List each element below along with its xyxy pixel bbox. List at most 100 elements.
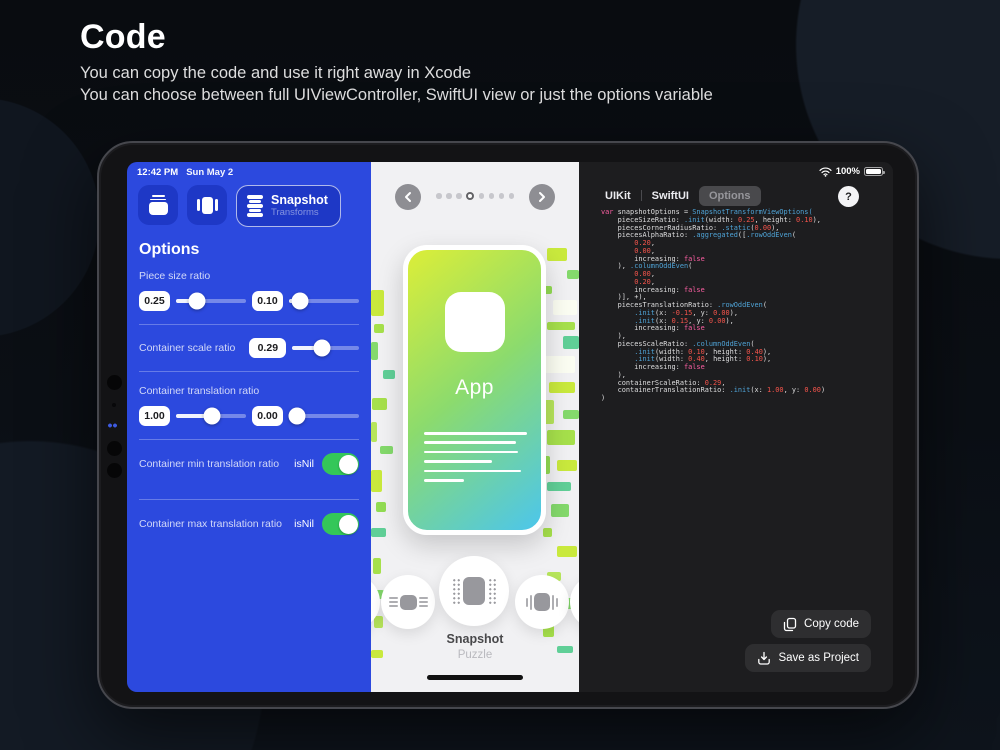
toggle-knob bbox=[338, 514, 358, 534]
preview-panel: App Snapshot Puzzle bbox=[371, 162, 579, 692]
toggle-knob bbox=[338, 454, 358, 474]
code-token: , y: bbox=[783, 386, 805, 395]
copy-code-label: Copy code bbox=[804, 618, 859, 630]
page-dot[interactable] bbox=[456, 193, 462, 199]
save-download-icon bbox=[758, 651, 771, 665]
puzzle-piece bbox=[547, 248, 567, 261]
snapshot-transforms-button[interactable]: Snapshot Transforms bbox=[236, 185, 341, 227]
code-token: 0.00 bbox=[804, 386, 821, 395]
pieces-style-button[interactable] bbox=[138, 185, 178, 225]
copy-code-button[interactable]: Copy code bbox=[771, 610, 871, 638]
container-icon bbox=[196, 196, 218, 214]
slider-row: 0.25 0.10 bbox=[139, 291, 359, 311]
ipad-mic-dot-1 bbox=[107, 441, 122, 456]
effect-snapshot-puzzle-button[interactable] bbox=[439, 556, 509, 626]
puzzle-effect-icon bbox=[451, 577, 497, 605]
page-dot[interactable] bbox=[488, 193, 494, 199]
battery-icon bbox=[864, 167, 885, 176]
slider-value-field[interactable]: 0.00 bbox=[252, 406, 283, 426]
code-token: ( bbox=[791, 231, 797, 240]
save-as-project-button[interactable]: Save as Project bbox=[745, 644, 871, 672]
code-token: 0.10 bbox=[746, 355, 763, 364]
tab-swiftui[interactable]: SwiftUI bbox=[642, 186, 699, 206]
puzzle-piece bbox=[371, 422, 377, 442]
slider-track[interactable] bbox=[292, 339, 359, 357]
control-label: Container scale ratio bbox=[139, 342, 236, 354]
status-time: 12:42 PM bbox=[137, 167, 179, 178]
slider-row: 1.00 0.00 bbox=[139, 406, 359, 426]
code-token: .aggregated bbox=[692, 231, 738, 240]
control-label: Piece size ratio bbox=[139, 270, 211, 282]
slider-thumb[interactable] bbox=[288, 407, 306, 425]
home-indicator[interactable] bbox=[427, 675, 523, 680]
container-style-button[interactable] bbox=[187, 185, 227, 225]
wave-effect-icon bbox=[525, 593, 559, 611]
slider-thumb[interactable] bbox=[313, 339, 331, 357]
effect-wave-button[interactable] bbox=[515, 575, 569, 629]
puzzle-piece bbox=[549, 382, 575, 393]
slider-thumb[interactable] bbox=[188, 292, 206, 310]
puzzle-piece bbox=[547, 482, 571, 491]
page-dot[interactable] bbox=[436, 193, 442, 199]
options-title: Options bbox=[139, 241, 200, 258]
puzzle-piece bbox=[563, 336, 579, 349]
code-listing: var snapshotOptions = SnapshotTransformV… bbox=[601, 208, 885, 403]
placeholder-line bbox=[424, 432, 527, 435]
effect-lines-button[interactable] bbox=[381, 575, 435, 629]
tab-options[interactable]: Options bbox=[698, 185, 761, 206]
puzzle-piece bbox=[371, 290, 384, 316]
puzzle-piece bbox=[563, 410, 579, 419]
page-dot[interactable] bbox=[498, 193, 504, 199]
tab-uikit[interactable]: UIKit bbox=[595, 186, 641, 206]
toggle-switch[interactable] bbox=[322, 513, 359, 535]
code-token: , height: bbox=[704, 355, 747, 364]
app-text-placeholder-lines bbox=[424, 432, 527, 488]
isnil-label: isNil bbox=[294, 518, 314, 530]
page-dot[interactable] bbox=[478, 193, 484, 199]
slider-value-field[interactable]: 0.25 bbox=[139, 291, 170, 311]
help-button[interactable]: ? bbox=[838, 186, 859, 207]
code-token: ), bbox=[725, 316, 734, 325]
puzzle-piece bbox=[372, 398, 387, 410]
effect-circle-offright[interactable] bbox=[570, 575, 579, 629]
toggle-row: Container max translation ratio isNil bbox=[139, 513, 359, 535]
slider-thumb[interactable] bbox=[203, 407, 221, 425]
code-token: ([ bbox=[737, 231, 747, 240]
page-dot[interactable] bbox=[466, 191, 474, 200]
code-token: ) bbox=[820, 386, 826, 395]
puzzle-piece bbox=[547, 430, 575, 445]
toggle-switch[interactable] bbox=[322, 453, 359, 475]
code-line: increasing: false bbox=[601, 363, 885, 372]
slider-value-field[interactable]: 0.29 bbox=[249, 338, 287, 358]
code-token: ), bbox=[812, 215, 821, 224]
code-line: increasing: false bbox=[601, 324, 885, 333]
ipad-sensor-dot bbox=[112, 403, 116, 407]
page-title: Code bbox=[80, 18, 166, 56]
placeholder-line bbox=[424, 478, 464, 482]
slider-track[interactable] bbox=[288, 407, 359, 425]
page-dot[interactable] bbox=[508, 193, 514, 199]
puzzle-piece bbox=[547, 322, 575, 330]
code-token: ), bbox=[762, 355, 772, 364]
selected-effect-subtitle: Puzzle bbox=[457, 649, 493, 661]
puzzle-piece bbox=[543, 356, 575, 373]
slider-track[interactable] bbox=[176, 292, 246, 310]
slider-thumb[interactable] bbox=[291, 292, 308, 310]
chevron-right-icon bbox=[539, 192, 545, 202]
code-token: false bbox=[683, 324, 705, 333]
control-label: Container translation ratio bbox=[139, 385, 260, 397]
carousel-next-button[interactable] bbox=[529, 184, 555, 210]
slider-value-field[interactable]: 1.00 bbox=[139, 406, 170, 426]
ipad-device: 12:42 PM Sun May 2 100% Snapshot Transfo… bbox=[97, 141, 919, 709]
placeholder-line bbox=[424, 469, 521, 473]
puzzle-piece bbox=[374, 616, 383, 628]
page-dot[interactable] bbox=[446, 193, 452, 199]
transform-toolbar: Snapshot Transforms bbox=[138, 185, 341, 227]
copy-icon bbox=[783, 617, 797, 631]
slider-track[interactable] bbox=[176, 407, 246, 425]
puzzle-piece bbox=[371, 342, 378, 360]
slider-track[interactable] bbox=[289, 292, 359, 310]
app-screen: 12:42 PM Sun May 2 100% Snapshot Transfo… bbox=[127, 162, 893, 692]
battery-percent: 100% bbox=[835, 166, 860, 177]
slider-value-field[interactable]: 0.10 bbox=[252, 291, 283, 311]
